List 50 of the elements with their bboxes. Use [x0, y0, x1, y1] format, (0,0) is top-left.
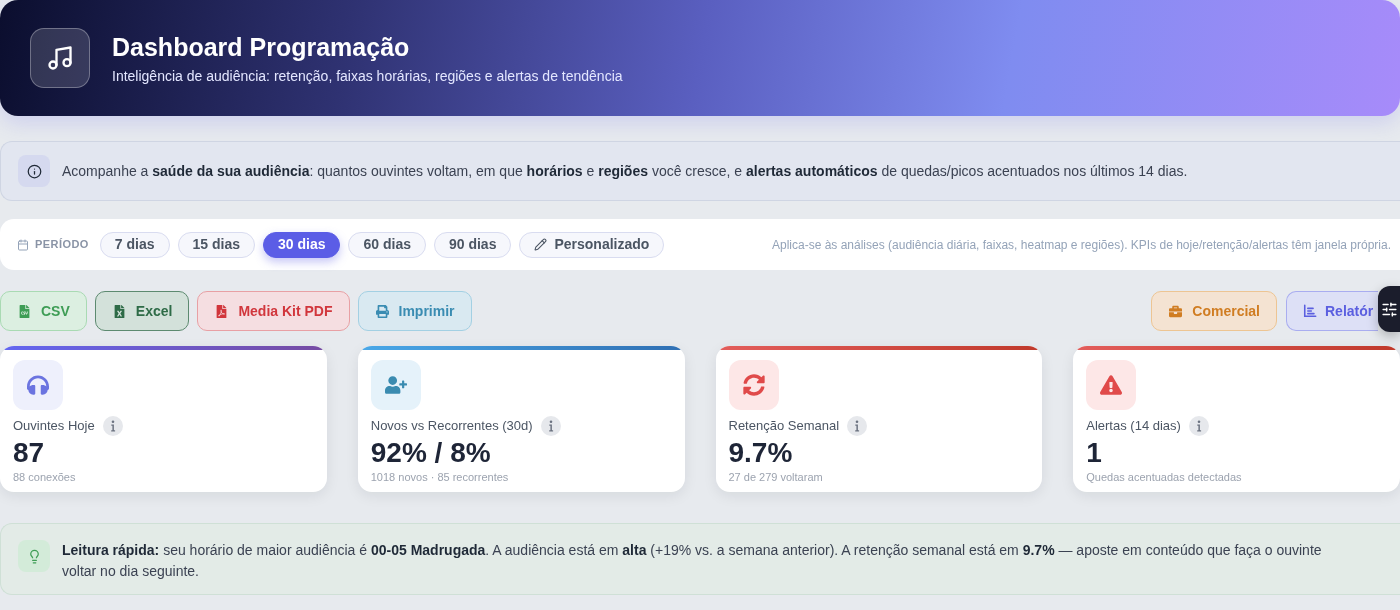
pdf-file-icon [215, 304, 229, 318]
kpi-label: Retenção Semanal [728, 417, 840, 436]
period-label: PERÍODO [35, 237, 89, 253]
filters-button[interactable] [1378, 286, 1400, 332]
kpi-detail: 1018 novos · 85 recorrentes [370, 470, 509, 484]
music-note-icon [30, 28, 90, 88]
export-button[interactable]: Relatór [1286, 291, 1378, 331]
lightbulb-icon [18, 540, 50, 572]
kpi-label: Alertas (14 dias) [1086, 417, 1181, 436]
period-pill[interactable]: 90 dias [433, 231, 512, 258]
info-text: Acompanhe a saúde da sua audiência: quantos ouvintes voltam, em que horários e regiões você cresce, e alertas automáticos de quedas/picos acentuados nos últimos 14 dias. [62, 161, 1188, 181]
page-subtitle: Inteligência de audiência: retenção, faixas horárias, regiões e alertas de tendência [112, 66, 623, 85]
export-button[interactable]: Imprimir [357, 291, 472, 331]
printer-icon [375, 304, 389, 318]
kpi-label: Novos vs Recorrentes (30d) [370, 417, 533, 436]
user-plus-icon [370, 360, 421, 410]
headphones-icon [13, 360, 63, 410]
kpi-detail: Quedas acentuadas detectadas [1086, 470, 1242, 484]
kpi-value: 92% / 8% [370, 438, 491, 468]
export-button[interactable]: Excel [94, 291, 190, 331]
pencil-icon [534, 238, 548, 251]
kpi-value: 9.7% [728, 438, 793, 468]
export-button[interactable]: CSV [0, 291, 87, 331]
calendar-icon [17, 238, 29, 251]
kpi-value: 1 [1086, 438, 1102, 468]
file-x-icon [112, 304, 126, 318]
info-icon[interactable] [540, 416, 561, 436]
bar-chart-icon [1303, 304, 1317, 318]
sliders-icon [1381, 300, 1398, 318]
kpi-label: Ouvintes Hoje [13, 417, 95, 436]
info-icon[interactable] [1188, 416, 1209, 436]
kpi-detail: 88 conexões [13, 470, 76, 484]
warning-icon [1086, 360, 1137, 410]
period-pill[interactable]: 15 dias [177, 231, 255, 258]
export-button[interactable]: Media Kit PDF [197, 291, 350, 331]
info-icon [18, 155, 50, 187]
refresh-icon [728, 360, 779, 410]
kpi-value: 87 [13, 438, 45, 468]
period-pill[interactable]: Personalizado [519, 231, 665, 258]
info-icon[interactable] [847, 416, 868, 436]
period-note: Aplica-se às análises (audiência diária, faixas, heatmap e regiões). KPIs de hoje/retenção/alertas têm janela própria. [772, 236, 1391, 254]
period-pill[interactable]: 60 dias [348, 231, 426, 258]
kpi-detail: 27 de 279 voltaram [728, 470, 823, 484]
page-title: Dashboard Programação [112, 31, 411, 62]
period-pill[interactable]: 30 dias [263, 231, 341, 258]
csv-file-icon [18, 304, 31, 318]
quick-read-text: Leitura rápida: seu horário de maior audiência é 00-05 Madrugada. A audiência está em alta (+19% vs. a semana anterior). A retenção semanal está em 9.7% — aposte em conteúdo que faça o ouvinte voltar no dia seguinte. [62, 541, 1323, 581]
info-icon[interactable] [102, 416, 123, 436]
briefcase-icon [1169, 304, 1183, 318]
period-pill[interactable]: 7 dias [99, 231, 170, 258]
